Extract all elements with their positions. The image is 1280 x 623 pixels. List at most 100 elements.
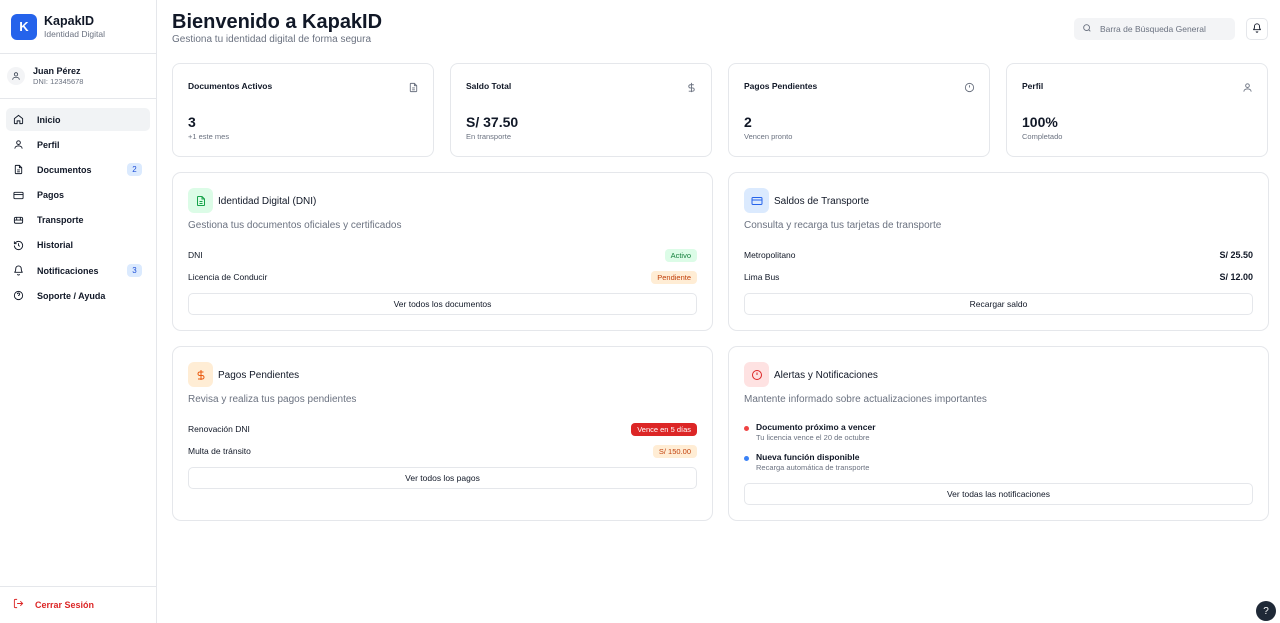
alert-item[interactable]: Nueva función disponible Recarga automát… <box>744 452 1253 476</box>
help-button[interactable]: ? <box>1256 601 1276 621</box>
sidebar-item-inicio[interactable]: Inicio <box>6 108 150 131</box>
search-icon <box>1082 20 1092 38</box>
user-icon <box>13 139 24 150</box>
page-subtitle: Gestiona tu identidad digital de forma s… <box>172 34 372 45</box>
payment-row[interactable]: Multa de tránsito S/ 150.00 <box>188 443 697 459</box>
payment-row[interactable]: Renovación DNI Vence en 5 días <box>188 421 697 437</box>
panel-description: Gestiona tus documentos oficiales y cert… <box>188 220 402 231</box>
app-subtitle: Identidad Digital <box>44 28 105 39</box>
sidebar-item-notificaciones[interactable]: Notificaciones 3 <box>6 259 150 282</box>
view-notifications-button[interactable]: Ver todas las notificaciones <box>744 483 1253 505</box>
alert-subtitle: Tu licencia vence el 20 de octubre <box>756 433 870 442</box>
app-name: KapakID <box>44 13 95 28</box>
dollar-icon <box>188 362 213 387</box>
panel-description: Revisa y realiza tus pagos pendientes <box>188 394 357 405</box>
credit-card-icon <box>744 188 769 213</box>
notifications-count-badge: 3 <box>127 264 142 278</box>
due-badge: Vence en 5 días <box>631 422 697 436</box>
clock-icon <box>964 80 975 93</box>
bell-icon <box>13 265 24 276</box>
notifications-button[interactable] <box>1246 18 1268 40</box>
sidebar-item-label: Historial <box>37 240 74 251</box>
status-badge: Pendiente <box>651 270 697 284</box>
document-icon <box>188 188 213 213</box>
sidebar-item-transporte[interactable]: Transporte <box>6 209 150 232</box>
user-icon <box>1242 80 1253 92</box>
card-name: Metropolitano <box>744 250 796 260</box>
home-icon <box>13 114 24 125</box>
stat-card-saldo: Saldo Total S/ 37.50 En transporte <box>450 63 712 157</box>
alert-title: Documento próximo a vencer <box>756 422 876 432</box>
document-name: Licencia de Conducir <box>188 272 268 282</box>
sidebar-item-documentos[interactable]: Documentos 2 <box>6 158 150 181</box>
card-name: Lima Bus <box>744 272 780 282</box>
stat-card-perfil: Perfil 100% Completado <box>1006 63 1268 157</box>
stat-note: En transporte <box>466 132 512 141</box>
sidebar-item-soporte[interactable]: Soporte / Ayuda <box>6 284 150 307</box>
status-badge: Activo <box>664 248 697 262</box>
panel-title: Identidad Digital (DNI) <box>218 196 317 207</box>
stat-title: Saldo Total <box>466 81 512 91</box>
stat-note: Completado <box>1022 132 1063 141</box>
search-input[interactable]: Barra de Búsqueda General <box>1074 18 1235 40</box>
payment-name: Multa de tránsito <box>188 446 251 456</box>
transport-panel: Saldos de Transporte Consulta y recarga … <box>728 172 1269 331</box>
transport-card-row: Metropolitano S/ 25.50 <box>744 247 1253 263</box>
transport-card-row: Lima Bus S/ 12.00 <box>744 269 1253 285</box>
alert-dot <box>744 456 749 461</box>
logout-label: Cerrar Sesión <box>35 600 95 610</box>
logout-icon <box>13 596 24 614</box>
stat-card-pagos: Pagos Pendientes 2 Vencen pronto <box>728 63 990 157</box>
sidebar-item-label: Soporte / Ayuda <box>37 290 106 301</box>
document-row[interactable]: Licencia de Conducir Pendiente <box>188 269 697 285</box>
search-placeholder: Barra de Búsqueda General <box>1100 24 1206 34</box>
payments-panel: Pagos Pendientes Revisa y realiza tus pa… <box>172 346 713 521</box>
help-circle-icon <box>13 290 24 301</box>
view-documents-button[interactable]: Ver todos los documentos <box>188 293 697 315</box>
panel-title: Saldos de Transporte <box>774 196 870 207</box>
sidebar-item-label: Transporte <box>37 215 84 226</box>
sidebar: K KapakID Identidad Digital Juan Pérez D… <box>0 0 157 623</box>
sidebar-item-label: Perfil <box>37 139 60 150</box>
recharge-button[interactable]: Recargar saldo <box>744 293 1253 315</box>
main-content: Bienvenido a KapakID Gestiona tu identid… <box>157 0 1280 623</box>
sidebar-item-label: Notificaciones <box>37 265 99 276</box>
sidebar-nav: Inicio Perfil Documentos 2 Pagos Transpo… <box>0 99 156 307</box>
stat-value: 2 <box>744 114 752 130</box>
panel-description: Mantente informado sobre actualizaciones… <box>744 394 987 405</box>
stat-title: Pagos Pendientes <box>744 81 818 91</box>
user-profile[interactable]: Juan Pérez DNI: 12345678 <box>0 54 156 99</box>
bus-icon <box>13 215 24 226</box>
stat-value: S/ 37.50 <box>466 114 519 130</box>
identity-panel: Identidad Digital (DNI) Gestiona tus doc… <box>172 172 713 331</box>
payment-name: Renovación DNI <box>188 424 250 434</box>
sidebar-item-perfil[interactable]: Perfil <box>6 133 150 156</box>
document-icon <box>408 80 419 93</box>
sidebar-item-historial[interactable]: Historial <box>6 234 150 257</box>
panel-description: Consulta y recarga tus tarjetas de trans… <box>744 220 942 231</box>
alert-subtitle: Recarga automática de transporte <box>756 463 870 472</box>
alert-item[interactable]: Documento próximo a vencer Tu licencia v… <box>744 422 1253 446</box>
stat-value: 100% <box>1022 114 1058 130</box>
history-icon <box>13 240 24 251</box>
sidebar-item-pagos[interactable]: Pagos <box>6 184 150 207</box>
brand: K KapakID Identidad Digital <box>0 0 156 54</box>
stat-note: Vencen pronto <box>744 132 793 141</box>
document-row[interactable]: DNI Activo <box>188 247 697 263</box>
page-title: Bienvenido a KapakID <box>172 11 383 33</box>
stat-card-documentos: Documentos Activos 3 +1 este mes <box>172 63 434 157</box>
stat-title: Perfil <box>1022 81 1044 91</box>
alert-dot <box>744 426 749 431</box>
card-balance: S/ 12.00 <box>1219 272 1253 282</box>
sidebar-item-label: Inicio <box>37 114 61 125</box>
view-payments-button[interactable]: Ver todos los pagos <box>188 467 697 489</box>
user-name: Juan Pérez <box>33 65 81 76</box>
alerts-panel: Alertas y Notificaciones Mantente inform… <box>728 346 1269 521</box>
alert-title: Nueva función disponible <box>756 452 860 462</box>
logout-button[interactable]: Cerrar Sesión <box>0 586 156 623</box>
card-balance: S/ 25.50 <box>1219 250 1253 260</box>
dollar-icon <box>686 80 697 93</box>
panel-title: Alertas y Notificaciones <box>774 370 878 381</box>
documents-count-badge: 2 <box>127 163 142 177</box>
app-logo: K <box>11 13 37 40</box>
